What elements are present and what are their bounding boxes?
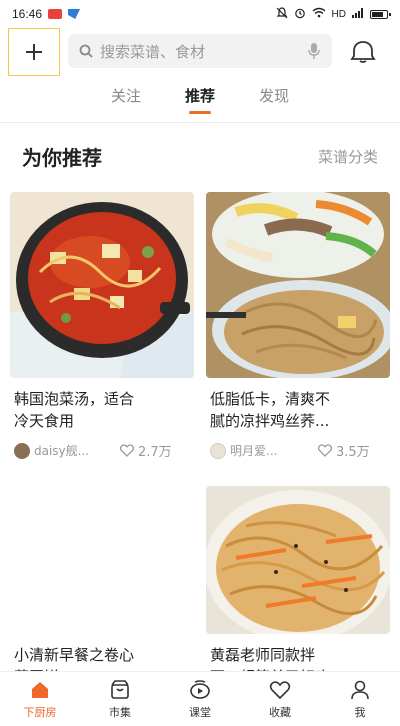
status-bar: 16:46 HD xyxy=(0,0,400,28)
message-icon[interactable] xyxy=(350,40,376,64)
alarm-icon xyxy=(294,7,306,22)
nav-label: 下厨房 xyxy=(23,705,57,719)
class-icon xyxy=(190,679,210,699)
wifi-icon xyxy=(312,7,326,21)
recipe-category-link[interactable]: 菜谱分类 xyxy=(318,146,378,167)
tab-following[interactable]: 关注 xyxy=(111,84,141,114)
nav-item-class[interactable]: 课堂 xyxy=(160,672,240,726)
nav-label: 收藏 xyxy=(269,705,291,719)
search-placeholder: 搜索菜谱、食材 xyxy=(100,42,206,61)
like-value: 2.7万 xyxy=(138,445,172,460)
home-icon xyxy=(32,681,48,698)
tabs-divider xyxy=(0,122,400,123)
nav-item-market[interactable]: 市集 xyxy=(80,672,160,726)
title-line: 黄磊老师同款拌 xyxy=(210,646,316,664)
battery-icon xyxy=(370,9,391,19)
recipe-card-title[interactable]: 低脂低卡，清爽不 腻的凉拌鸡丝荞... xyxy=(210,388,390,432)
feed-tabs: 关注 推荐 发现 xyxy=(0,84,400,118)
nav-label: 我 xyxy=(354,705,366,719)
add-button[interactable] xyxy=(8,28,60,76)
nav-item-profile[interactable]: 我 xyxy=(320,672,400,726)
signal-icon xyxy=(352,7,364,21)
network-type-label: HD xyxy=(331,8,346,20)
title-line: 冷天食用 xyxy=(14,412,75,430)
like-value: 3.5万 xyxy=(336,445,370,460)
app-notification-icon xyxy=(68,9,81,19)
nav-item-favorites[interactable]: 收藏 xyxy=(240,672,320,726)
title-line: 低脂低卡，清爽不 xyxy=(210,390,331,408)
like-count[interactable]: 3.5万 xyxy=(318,441,370,460)
section-title: 为你推荐 xyxy=(22,146,102,170)
tab-recommended[interactable]: 推荐 xyxy=(185,84,215,114)
recipe-card-image[interactable] xyxy=(206,486,390,634)
bottom-navigation: 下厨房 市集 课堂 收藏 我 xyxy=(0,671,400,726)
title-line: 腻的凉拌鸡丝荞... xyxy=(210,412,330,430)
search-icon xyxy=(79,44,93,58)
mute-icon xyxy=(276,6,288,22)
plus-icon xyxy=(26,44,42,60)
like-count[interactable]: 2.7万 xyxy=(120,441,172,460)
nav-label: 课堂 xyxy=(189,705,211,719)
author-name: daisy舰... xyxy=(34,444,90,458)
profile-icon xyxy=(351,680,369,699)
title-line: 韩国泡菜汤，适合 xyxy=(14,390,135,408)
recipe-card-image[interactable] xyxy=(206,192,390,378)
recipe-author[interactable]: 明月爱... xyxy=(210,442,277,459)
notification-icon xyxy=(48,9,63,19)
status-right: HD xyxy=(276,6,391,22)
title-line: 小清新早餐之卷心 xyxy=(14,646,135,664)
status-time: 16:46 xyxy=(12,7,43,21)
microphone-icon[interactable] xyxy=(306,42,322,60)
nav-label: 市集 xyxy=(109,705,131,719)
author-name: 明月爱... xyxy=(230,444,278,458)
recipe-author[interactable]: daisy舰... xyxy=(14,442,89,459)
recipe-card-image[interactable] xyxy=(10,192,194,378)
heart-icon xyxy=(120,444,134,457)
search-input[interactable]: 搜索菜谱、食材 xyxy=(68,34,332,68)
heart-icon xyxy=(269,680,291,699)
market-icon xyxy=(111,679,129,699)
avatar xyxy=(14,442,30,459)
tab-discover[interactable]: 发现 xyxy=(259,84,289,114)
avatar xyxy=(210,442,226,459)
recipe-card-title[interactable]: 韩国泡菜汤，适合 冷天食用 xyxy=(14,388,194,432)
status-left: 16:46 xyxy=(12,7,81,21)
heart-icon xyxy=(318,444,332,457)
nav-item-home[interactable]: 下厨房 xyxy=(0,672,80,726)
